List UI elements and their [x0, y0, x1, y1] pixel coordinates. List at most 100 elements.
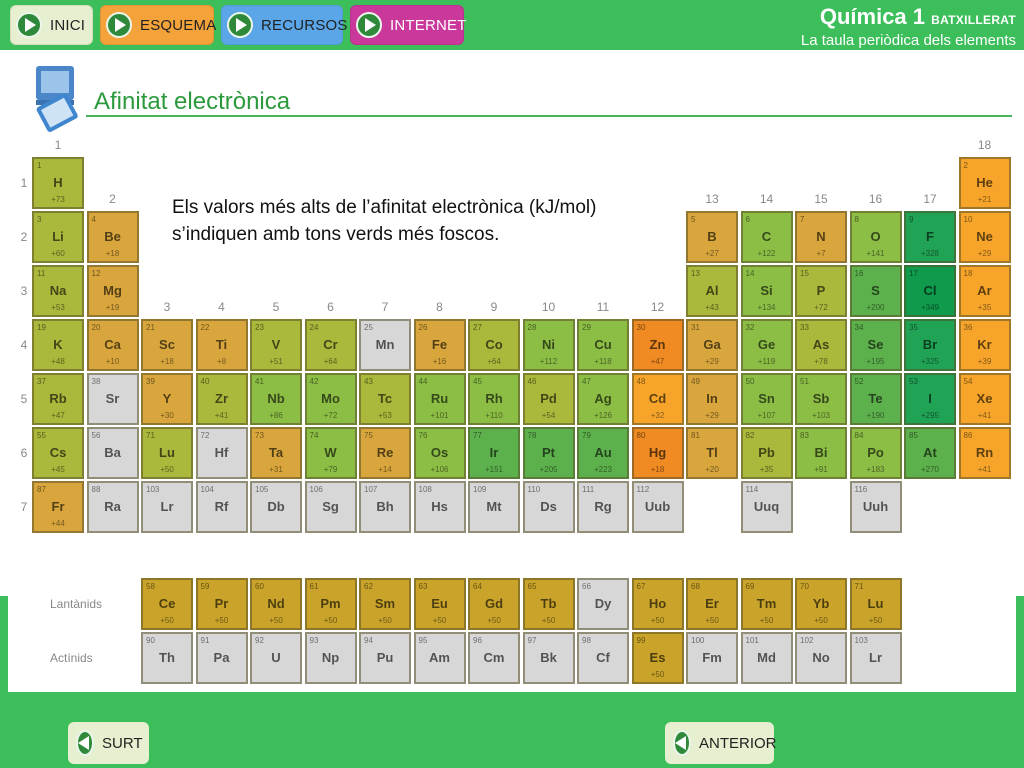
affinity-value: +64: [323, 357, 338, 366]
affinity-value: +51: [269, 357, 283, 366]
element-cell-i: 53 I +295: [904, 373, 956, 425]
element-symbol: Li: [52, 229, 64, 244]
element-cell-ce: 58 Ce +50: [141, 578, 193, 630]
element-symbol: Be: [104, 229, 121, 244]
element-cell-db: 105 Db: [250, 481, 302, 533]
atomic-number: 15: [800, 269, 809, 278]
esquema-button-label: ESQUEMA: [140, 16, 217, 34]
atomic-number: 112: [636, 485, 650, 494]
element-cell-th: 90 Th: [141, 632, 193, 684]
element-symbol: In: [706, 391, 718, 406]
surt-button[interactable]: SURT: [68, 722, 149, 764]
period-label: 4: [20, 338, 28, 352]
atomic-number: 91: [200, 636, 210, 645]
atomic-number: 72: [200, 431, 210, 440]
element-symbol: Tl: [706, 445, 718, 460]
atomic-number: 42: [309, 377, 319, 386]
element-cell-po: 84 Po +183: [849, 427, 902, 479]
element-cell-eu: 63 Eu +50: [413, 578, 466, 630]
element-symbol: Fm: [702, 650, 722, 665]
atomic-number: 84: [854, 431, 864, 440]
element-cell-as: 33 As +78: [795, 319, 847, 371]
element-symbol: Eu: [431, 596, 448, 611]
atomic-number: 114: [745, 485, 759, 494]
affinity-value: +107: [757, 411, 776, 420]
element-symbol: Sm: [374, 596, 396, 611]
element-cell-ne: 10 Ne +29: [958, 211, 1011, 263]
atomic-number: 28: [527, 323, 537, 332]
affinity-value: +50: [814, 616, 828, 625]
affinity-value: +18: [650, 465, 665, 474]
title-divider: [86, 115, 1012, 117]
atomic-number: 8: [854, 215, 859, 224]
element-symbol: Cr: [323, 337, 338, 352]
affinity-value: +27: [705, 249, 719, 258]
recursos-button[interactable]: RECURSOS: [221, 5, 347, 45]
element-cell-be: 4 Be +18: [86, 211, 139, 263]
element-cell-tm: 69 Tm +50: [740, 578, 793, 630]
element-symbol: Db: [267, 499, 285, 514]
anterior-button-label: ANTERIOR: [699, 734, 777, 752]
element-symbol: Mn: [375, 337, 395, 352]
atomic-number: 41: [255, 377, 264, 386]
element-symbol: Bk: [540, 650, 557, 665]
element-cell-ar: 18 Ar +35: [958, 265, 1011, 317]
play-icon: [356, 12, 382, 38]
element-symbol: Pt: [542, 445, 555, 460]
element-cell-sg: 106 Sg: [304, 481, 357, 533]
group-label: 17: [923, 192, 937, 206]
affinity-value: +118: [594, 357, 612, 366]
affinity-value: +29: [705, 411, 719, 420]
atomic-number: 48: [636, 377, 646, 386]
element-cell-se: 34 Se +195: [849, 319, 902, 371]
element-symbol: S: [871, 283, 880, 298]
atomic-number: 26: [418, 323, 428, 332]
internet-button[interactable]: INTERNET: [350, 5, 466, 45]
element-symbol: Dy: [594, 596, 612, 611]
atomic-number: 46: [527, 377, 537, 386]
element-cell-cu: 29 Cu +118: [577, 319, 629, 371]
element-cell-hf: 72 Hf: [195, 427, 248, 479]
element-cell-sm: 62 Sm +50: [359, 578, 411, 630]
atomic-number: 50: [745, 377, 755, 386]
affinity-value: +50: [759, 616, 774, 625]
period-label: 5: [20, 392, 28, 406]
element-cell-k: 19 K +48: [32, 319, 84, 371]
element-symbol: Sn: [758, 391, 775, 406]
affinity-value: +50: [160, 616, 174, 625]
element-cell-sb: 51 Sb +103: [795, 373, 847, 425]
anterior-button[interactable]: ANTERIOR: [665, 722, 777, 764]
group-label: 9: [490, 300, 498, 314]
atomic-number: 29: [582, 323, 591, 332]
element-cell-fr: 87 Fr +44: [32, 481, 84, 533]
affinity-value: +7: [816, 249, 826, 258]
affinity-value: +50: [650, 616, 665, 625]
affinity-value: +18: [105, 249, 120, 258]
element-cell-es: 99 Es +50: [631, 632, 684, 684]
element-symbol: H: [53, 175, 63, 190]
affinity-value: +50: [432, 616, 447, 625]
esquema-button[interactable]: ESQUEMA: [100, 5, 217, 45]
group-label: 16: [868, 192, 883, 206]
group-label: 10: [541, 300, 556, 314]
element-symbol: N: [816, 229, 826, 244]
inici-button[interactable]: INICI: [10, 5, 93, 45]
element-symbol: Na: [49, 283, 67, 298]
element-cell-yb: 70 Yb +50: [795, 578, 847, 630]
atomic-number: 4: [91, 215, 96, 224]
course-title: Química 1 BATXILLERAT La taula periòdica…: [801, 4, 1016, 49]
element-symbol: Mt: [486, 499, 502, 514]
affinity-value: +134: [757, 303, 776, 312]
affinity-value: +325: [920, 357, 940, 366]
element-cell-pt: 78 Pt +205: [522, 427, 575, 479]
right-accent: [1016, 596, 1024, 692]
atomic-number: 74: [309, 431, 319, 440]
inici-button-label: INICI: [50, 16, 86, 34]
atomic-number: 65: [527, 582, 537, 591]
atomic-number: 88: [91, 485, 101, 494]
element-symbol: Rh: [485, 391, 503, 406]
element-symbol: Uuh: [862, 499, 889, 514]
affinity-value: +126: [593, 411, 613, 420]
actinides-label: Actínids: [50, 651, 93, 665]
element-cell-tl: 81 Tl +20: [686, 427, 738, 479]
